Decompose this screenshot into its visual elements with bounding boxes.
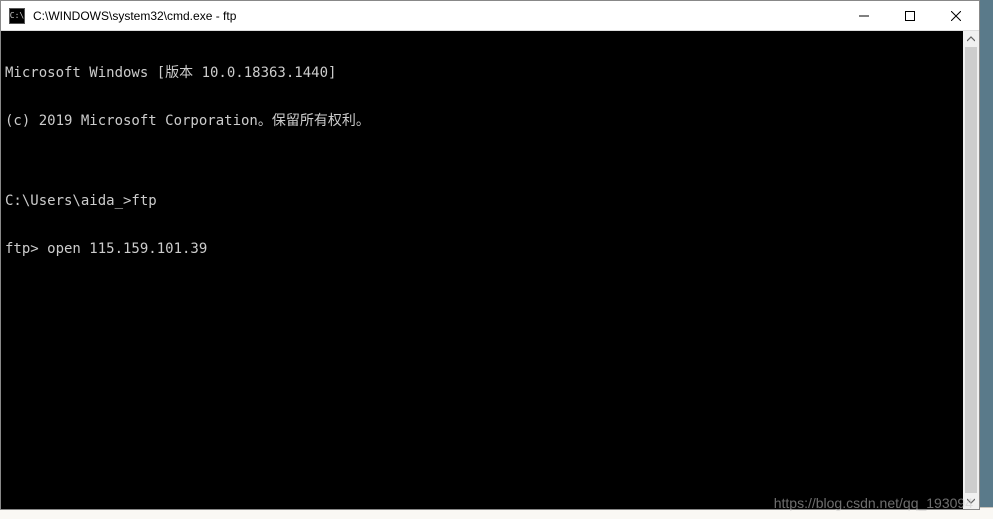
scrollbar-track[interactable] (963, 47, 979, 493)
window-title: C:\WINDOWS\system32\cmd.exe - ftp (31, 9, 841, 23)
terminal-line: ftp> open 115.159.101.39 (5, 241, 959, 257)
chevron-down-icon (967, 497, 975, 505)
chevron-up-icon (967, 35, 975, 43)
scrollbar-thumb[interactable] (965, 47, 977, 493)
maximize-icon (905, 11, 915, 21)
terminal-line: C:\Users\aida_>ftp (5, 193, 959, 209)
cmd-icon: C:\ (9, 8, 25, 24)
minimize-icon (859, 11, 869, 21)
window-controls (841, 1, 979, 30)
cmd-window: C:\ C:\WINDOWS\system32\cmd.exe - ftp (0, 0, 980, 510)
scrollbar-up-button[interactable] (963, 31, 979, 47)
maximize-button[interactable] (887, 1, 933, 30)
scrollbar-down-button[interactable] (963, 493, 979, 509)
terminal-area: Microsoft Windows [版本 10.0.18363.1440] (… (1, 31, 979, 509)
minimize-button[interactable] (841, 1, 887, 30)
terminal-content[interactable]: Microsoft Windows [版本 10.0.18363.1440] (… (1, 31, 963, 509)
terminal-line: (c) 2019 Microsoft Corporation。保留所有权利。 (5, 113, 959, 129)
close-icon (951, 11, 961, 21)
vertical-scrollbar[interactable] (963, 31, 979, 509)
terminal-line: Microsoft Windows [版本 10.0.18363.1440] (5, 65, 959, 81)
window-titlebar[interactable]: C:\ C:\WINDOWS\system32\cmd.exe - ftp (1, 1, 979, 31)
close-button[interactable] (933, 1, 979, 30)
